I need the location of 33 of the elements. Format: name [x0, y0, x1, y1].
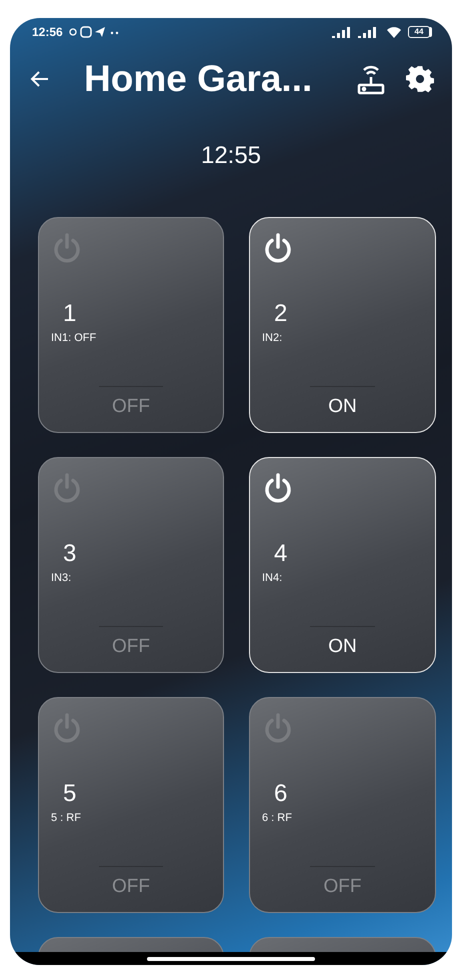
- relay-card[interactable]: 6 6 : RF OFF: [249, 697, 436, 913]
- relay-number: 6: [274, 780, 288, 808]
- input-label: IN1: OFF: [51, 332, 98, 344]
- state-label: OFF: [112, 396, 150, 418]
- state-label: ON: [328, 636, 357, 658]
- input-label: IN3:: [51, 572, 72, 584]
- relay-card[interactable]: 5 5 : RF OFF: [38, 697, 224, 913]
- state-label: ON: [328, 396, 357, 418]
- relay-number: 5: [63, 780, 78, 808]
- relay-number: 1: [63, 300, 78, 328]
- state-label: OFF: [324, 876, 362, 898]
- status-time: 12:56: [32, 25, 63, 39]
- relay-card[interactable]: 1 IN1: OFF OFF: [38, 217, 224, 433]
- battery-indicator: 44: [408, 26, 430, 38]
- input-label: IN4:: [262, 572, 284, 584]
- app-icons: [68, 26, 121, 38]
- relay-card[interactable]: 2 IN2: ON: [249, 217, 436, 433]
- relay-number: 3: [63, 540, 78, 568]
- clock-time: 12:55: [200, 142, 262, 171]
- relay-card[interactable]: 3 IN3: OFF: [38, 457, 224, 673]
- relay-number: 2: [274, 300, 288, 328]
- home-indicator[interactable]: [147, 956, 315, 960]
- app-title: Home Gara...: [84, 58, 314, 100]
- wifi-icon: [386, 26, 402, 38]
- relay-card[interactable]: 4 IN4: ON: [249, 457, 436, 673]
- input-label: 6 : RF: [262, 812, 293, 824]
- back-button[interactable]: [30, 69, 50, 89]
- input-label: IN2:: [262, 332, 284, 344]
- relay-number: 4: [274, 540, 288, 568]
- settings-button[interactable]: [406, 65, 434, 93]
- input-label: 5 : RF: [51, 812, 82, 824]
- state-label: OFF: [112, 876, 150, 898]
- state-label: OFF: [112, 636, 150, 658]
